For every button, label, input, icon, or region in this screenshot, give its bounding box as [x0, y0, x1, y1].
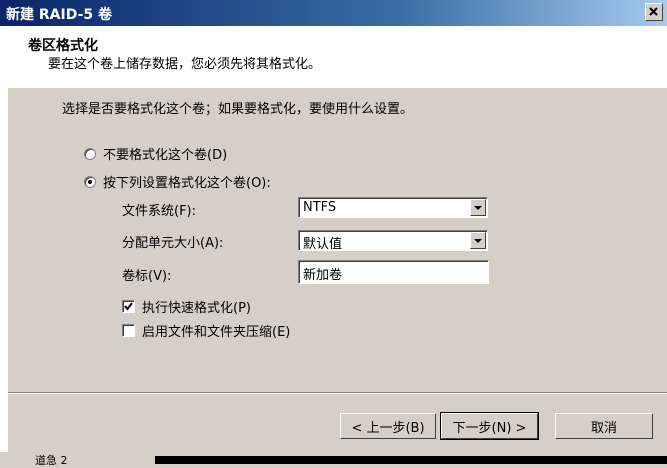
background-panel — [155, 456, 667, 464]
chevron-down-icon[interactable] — [470, 232, 486, 249]
header-subtitle: 要在这个卷上储存数据，您必须先将其格式化。 — [48, 57, 322, 72]
footer-divider — [8, 392, 667, 394]
no-format-option[interactable]: 不要格式化这个卷(D) — [84, 144, 227, 163]
close-button[interactable] — [645, 3, 663, 21]
checkmark-icon — [124, 302, 133, 311]
alloc-size-value: 默认值 — [303, 237, 343, 252]
chevron-down-icon[interactable] — [470, 199, 486, 216]
alloc-size-label: 分配单元大小(A): — [122, 236, 224, 251]
window-title: 新建 RAID-5 卷 — [6, 7, 113, 23]
background-text: 道急 2 — [35, 454, 68, 467]
no-format-label: 不要格式化这个卷(D) — [103, 148, 228, 163]
no-format-radio[interactable] — [84, 147, 96, 160]
volume-label-input[interactable]: 新加卷 — [298, 260, 489, 284]
quick-format-checkbox[interactable] — [122, 300, 135, 313]
compression-checkbox[interactable] — [122, 324, 135, 337]
filesystem-select[interactable]: NTFS — [298, 197, 488, 218]
quick-format-label: 执行快速格式化(P) — [142, 301, 251, 316]
next-button[interactable]: 下一步(N) > — [440, 412, 539, 440]
intro-text: 选择是否要格式化这个卷；如果要格式化，要使用什么设置。 — [62, 102, 414, 117]
cancel-button[interactable]: 取消 — [555, 413, 653, 439]
header-title: 卷区格式化 — [28, 38, 98, 54]
quick-format-option[interactable]: 执行快速格式化(P) — [122, 297, 251, 316]
format-option[interactable]: 按下列设置格式化这个卷(O): — [84, 172, 271, 191]
format-label: 按下列设置格式化这个卷(O): — [103, 176, 271, 191]
compression-label: 启用文件和文件夹压缩(E) — [142, 325, 291, 340]
back-button[interactable]: < 上一步(B) — [340, 413, 436, 439]
header-divider — [8, 87, 667, 88]
title-bar[interactable]: 新建 RAID-5 卷 — [0, 0, 667, 26]
compression-option[interactable]: 启用文件和文件夹压缩(E) — [122, 321, 290, 340]
filesystem-label: 文件系统(F): — [122, 204, 197, 219]
volume-label-value: 新加卷 — [303, 268, 343, 283]
close-icon — [649, 7, 658, 16]
alloc-size-select[interactable]: 默认值 — [298, 230, 488, 252]
filesystem-value: NTFS — [303, 200, 337, 215]
volume-label-label: 卷标(V): — [122, 269, 172, 284]
format-radio[interactable] — [84, 175, 96, 188]
background-window-edge — [0, 26, 8, 464]
wizard-header: 卷区格式化 要在这个卷上储存数据，您必须先将其格式化。 — [8, 26, 667, 88]
